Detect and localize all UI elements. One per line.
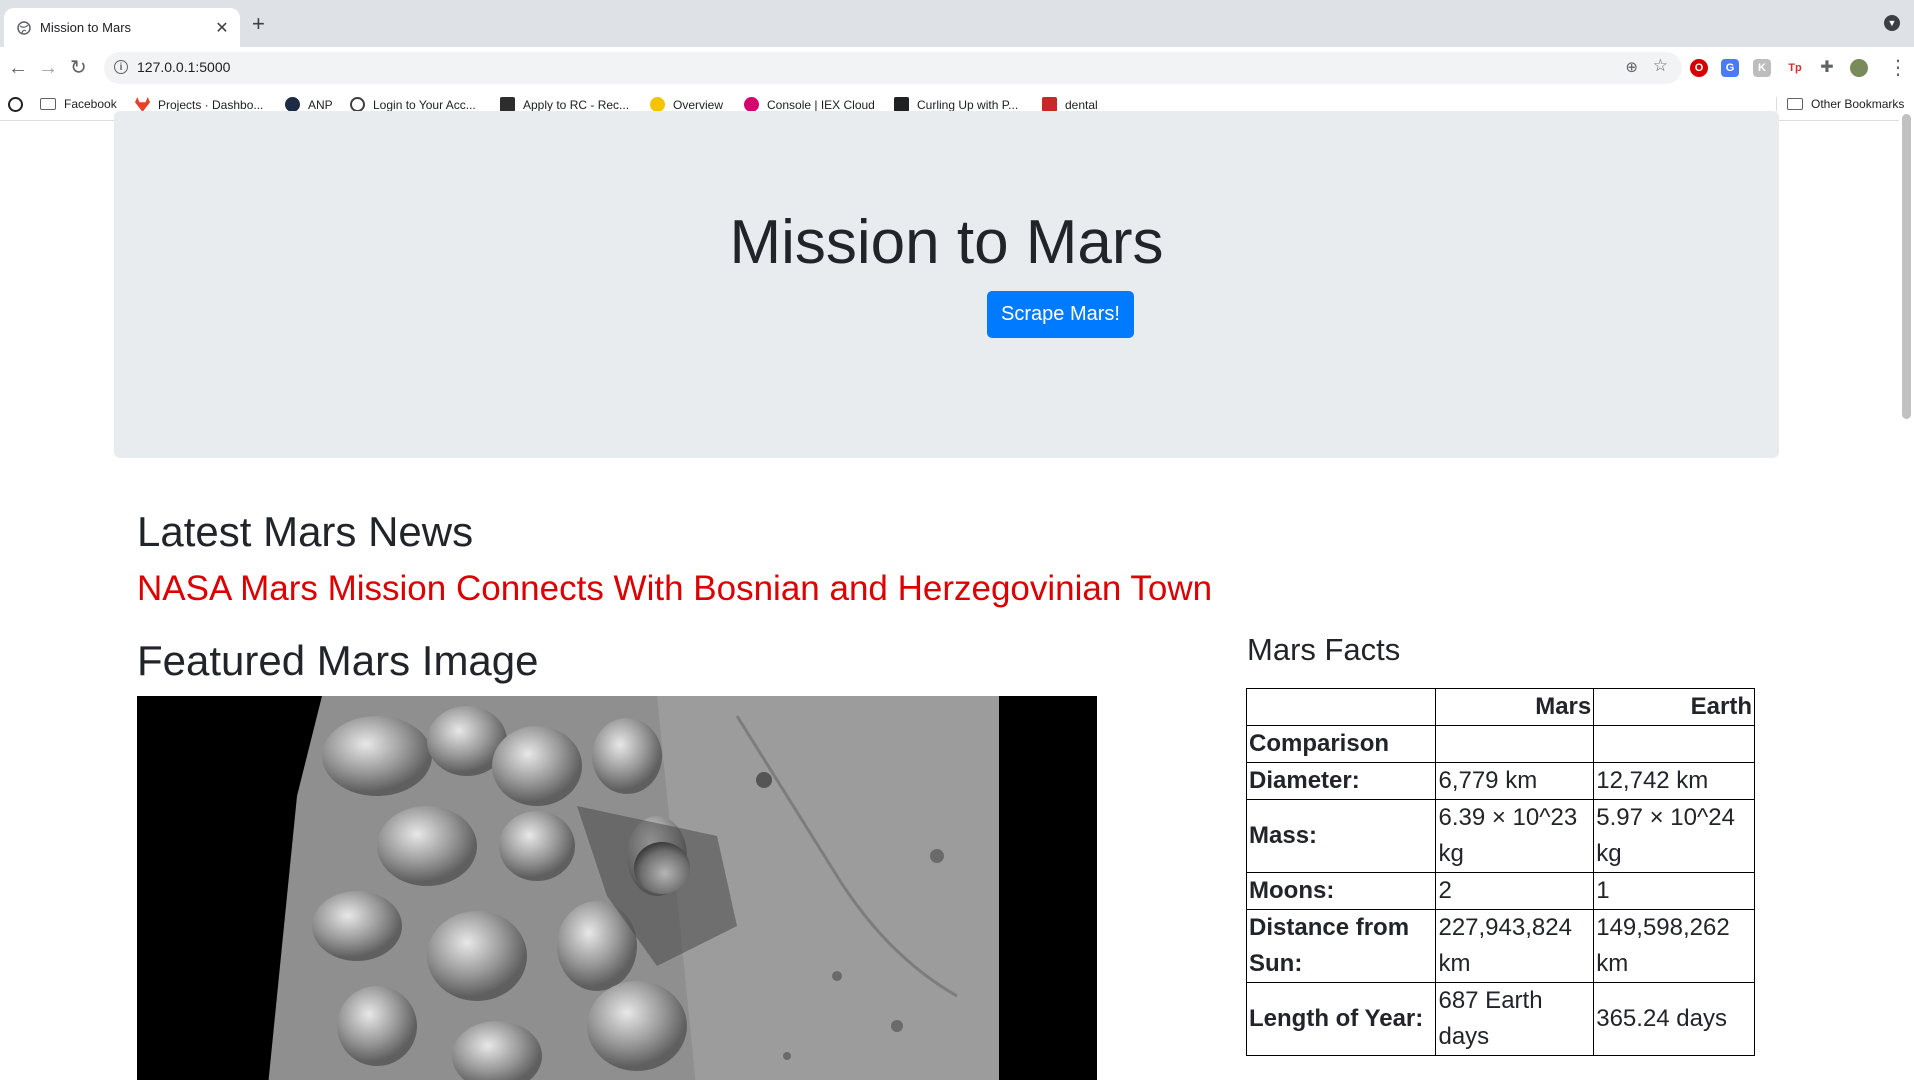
new-tab-icon[interactable]: +: [252, 12, 265, 36]
anp-icon: [285, 97, 300, 112]
mars-value: 227,943,824 km: [1435, 909, 1595, 983]
back-icon[interactable]: ←: [8, 57, 28, 79]
earth-value: [1593, 725, 1755, 763]
gitlab-icon: [135, 97, 150, 112]
featured-mars-image: [137, 696, 1097, 1080]
iex-cloud-icon: [744, 97, 759, 112]
row-label: Comparison: [1245, 725, 1437, 763]
other-bookmarks[interactable]: Other Bookmarks: [1776, 97, 1904, 111]
table-header-row: Mars Earth: [1245, 688, 1755, 726]
table-row: Diameter: 6,779 km 12,742 km: [1245, 762, 1755, 800]
mars-value: 6,779 km: [1435, 762, 1595, 800]
bookmark-overview[interactable]: Overview: [650, 97, 723, 112]
rc-icon: [500, 97, 515, 112]
tab-search-icon[interactable]: ▼: [1884, 15, 1900, 31]
globe-icon: [17, 20, 31, 35]
row-label: Mass:: [1245, 799, 1437, 873]
earth-value: 149,598,262 km: [1593, 909, 1755, 983]
table-row: Distance from Sun: 227,943,824 km 149,59…: [1245, 909, 1755, 983]
tab-title: Mission to Mars: [40, 20, 132, 35]
mars-facts-table: Mars Earth Comparison Diameter: 6,779 km…: [1245, 688, 1755, 1056]
table-row: Length of Year: 687 Earth days 365.24 da…: [1245, 982, 1755, 1056]
mars-value: 6.39 × 10^23 kg: [1435, 799, 1595, 873]
jumbotron: Mission to Mars Scrape Mars!: [114, 111, 1779, 458]
earth-value: 5.97 × 10^24 kg: [1593, 799, 1755, 873]
featured-image-heading: Featured Mars Image: [137, 637, 539, 684]
profile-avatar[interactable]: [1850, 59, 1868, 77]
book-icon: [894, 97, 909, 112]
browser-toolbar: ← → ↻ i 127.0.0.1:5000 ⊕ ☆ O G K Tp ✚ ⋮: [0, 47, 1914, 90]
scrape-button[interactable]: Scrape Mars!: [987, 291, 1134, 338]
browser-menu-icon[interactable]: ⋮: [1888, 55, 1908, 80]
page-title: Mission to Mars: [729, 208, 1164, 277]
table-row: Mass: 6.39 × 10^23 kg 5.97 × 10^24 kg: [1245, 799, 1755, 873]
tp-extension-icon[interactable]: Tp: [1786, 59, 1804, 77]
tab-strip: Mission to Mars ✕ + ▼: [0, 0, 1914, 47]
extension-icon[interactable]: K: [1753, 59, 1771, 77]
bookmark-gitlab-projects[interactable]: Projects · Dashbo...: [135, 97, 263, 112]
news-title: NASA Mars Mission Connects With Bosnian …: [137, 569, 1213, 608]
bookmark-curling-up[interactable]: Curling Up with P...: [894, 97, 1018, 112]
dental-icon: [1042, 97, 1057, 112]
bookmark-login[interactable]: Login to Your Acc...: [350, 97, 476, 112]
browser-tab[interactable]: Mission to Mars ✕: [4, 8, 240, 47]
close-tab-icon[interactable]: ✕: [210, 18, 234, 38]
forward-icon[interactable]: →: [38, 57, 58, 79]
scrollbar[interactable]: [1899, 111, 1914, 1080]
bookmark-iex-cloud[interactable]: Console | IEX Cloud: [744, 97, 875, 112]
row-label: Diameter:: [1245, 762, 1437, 800]
bookmark-facebook[interactable]: Facebook: [40, 97, 117, 111]
bookmark-star-icon[interactable]: ☆: [1653, 56, 1668, 76]
url-text[interactable]: 127.0.0.1:5000: [137, 59, 230, 75]
row-label: Moons:: [1245, 872, 1437, 910]
overview-icon: [650, 97, 665, 112]
news-heading: Latest Mars News: [137, 508, 474, 555]
table-header: [1245, 688, 1437, 726]
table-header: Earth: [1593, 688, 1755, 726]
earth-value: 12,742 km: [1593, 762, 1755, 800]
row-label: Distance from Sun:: [1245, 909, 1437, 983]
table-header: Mars: [1435, 688, 1595, 726]
scrollbar-thumb[interactable]: [1902, 114, 1911, 419]
page-viewport: Mission to Mars Scrape Mars! Latest Mars…: [0, 111, 1914, 1080]
earth-value: 1: [1593, 872, 1755, 910]
folder-icon: [1787, 98, 1803, 110]
mars-value: [1435, 725, 1595, 763]
mars-surface-image: [137, 696, 1097, 1080]
bookmark-anp[interactable]: ANP: [285, 97, 333, 112]
table-row: Moons: 2 1: [1245, 872, 1755, 910]
facts-heading: Mars Facts: [1247, 632, 1401, 667]
earth-value: 365.24 days: [1593, 982, 1755, 1056]
table-row: Comparison: [1245, 725, 1755, 763]
globe-icon: [350, 97, 365, 112]
address-bar[interactable]: i 127.0.0.1:5000 ⊕ ☆: [104, 52, 1682, 84]
mars-value: 2: [1435, 872, 1595, 910]
row-label: Length of Year:: [1245, 982, 1437, 1056]
extensions-puzzle-icon[interactable]: ✚: [1818, 59, 1836, 77]
folder-icon: [40, 98, 56, 110]
zoom-icon[interactable]: ⊕: [1625, 58, 1638, 76]
apps-icon[interactable]: [8, 97, 31, 112]
bookmark-dental[interactable]: dental: [1042, 97, 1098, 112]
translate-extension-icon[interactable]: G: [1721, 59, 1739, 77]
reload-icon[interactable]: ↻: [70, 57, 87, 79]
bookmark-apply-rc[interactable]: Apply to RC - Rec...: [500, 97, 629, 112]
opera-extension-icon[interactable]: O: [1690, 59, 1708, 77]
site-info-icon[interactable]: i: [114, 60, 128, 74]
mars-value: 687 Earth days: [1435, 982, 1595, 1056]
